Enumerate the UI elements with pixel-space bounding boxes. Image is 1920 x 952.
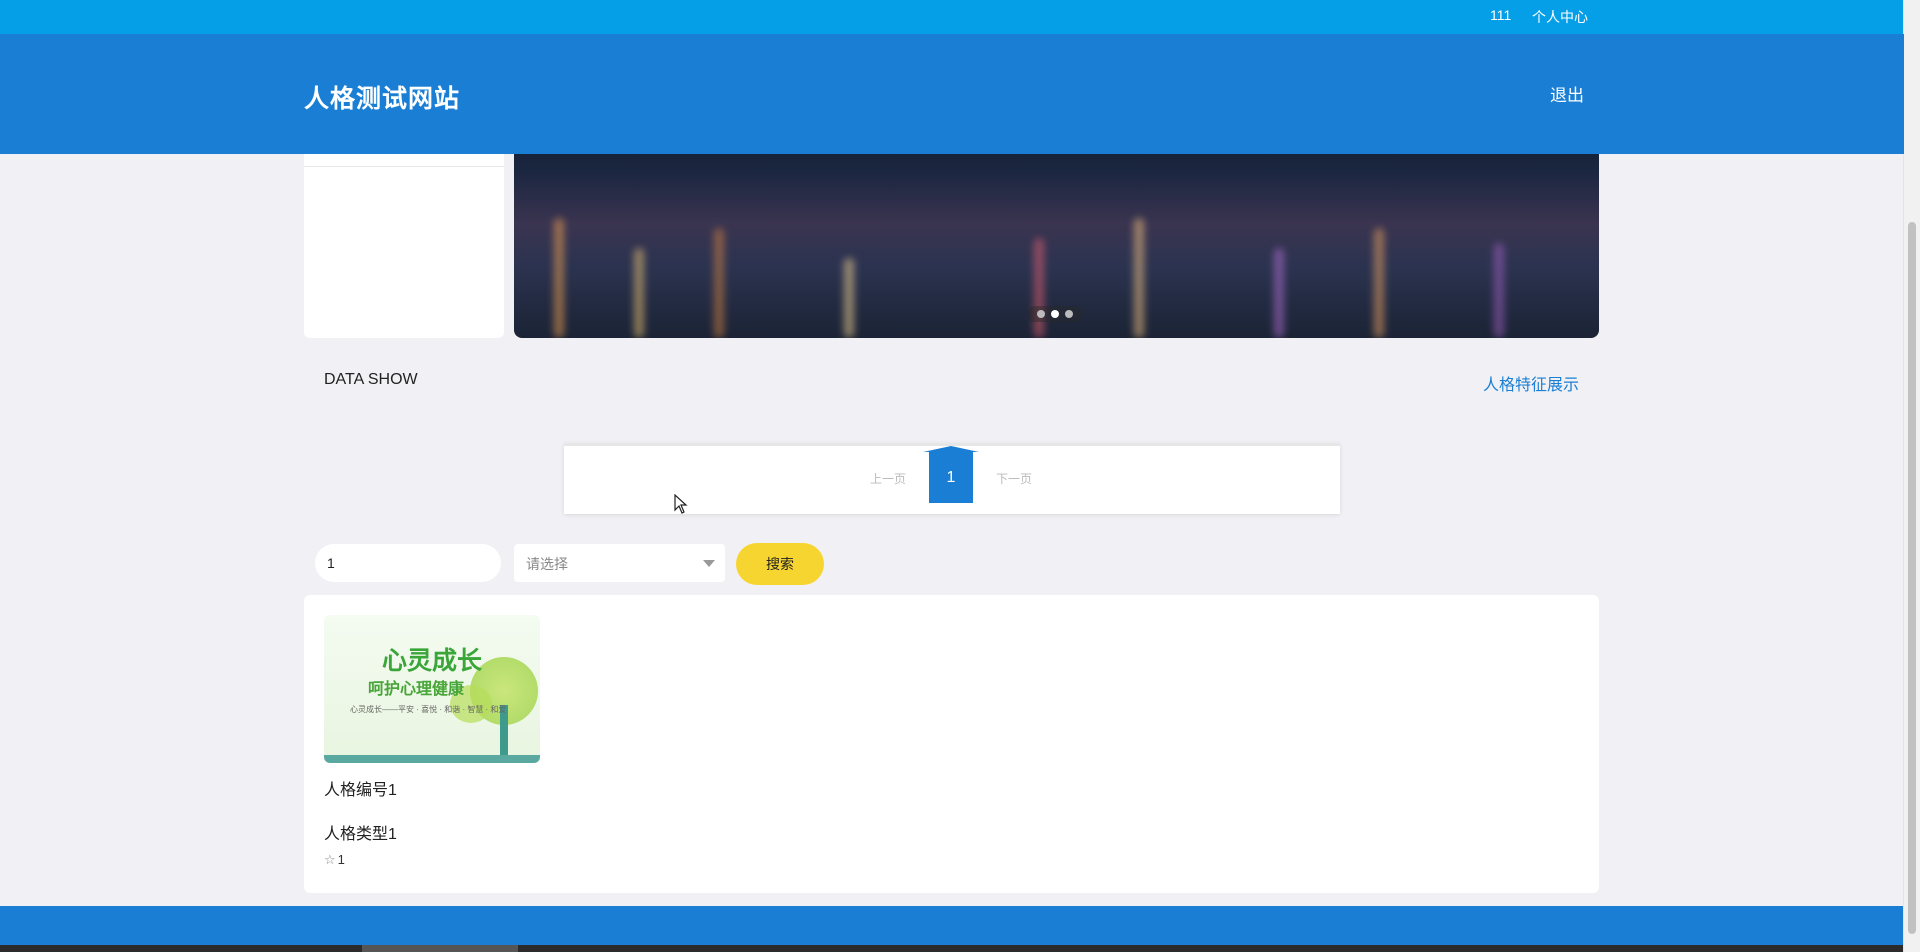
username-label: 111 — [1490, 7, 1512, 23]
item-rating: ☆ 1 — [324, 852, 544, 868]
type-select[interactable]: 请选择 — [514, 544, 725, 582]
carousel-indicators — [1027, 306, 1083, 322]
taskbar-active-item[interactable] — [362, 945, 518, 952]
banner-light — [1134, 218, 1144, 338]
carousel-dot-2[interactable] — [1051, 310, 1059, 318]
thumbnail-title: 心灵成长 — [382, 646, 483, 675]
banner-light — [1274, 248, 1284, 338]
chevron-down-icon — [703, 560, 715, 567]
carousel-dot-1[interactable] — [1037, 310, 1045, 318]
thumbnail-caption: 心灵成长——平安 · 喜悦 · 和谐 · 智慧 · 和爱 — [350, 705, 507, 714]
select-placeholder: 请选择 — [526, 556, 568, 572]
item-star-count: 1 — [337, 852, 345, 867]
page-number-current[interactable]: 1 — [923, 446, 979, 503]
site-logo-title[interactable]: 人格测试网站 — [304, 79, 460, 115]
site-header: 人格测试网站 退出 — [0, 34, 1904, 154]
banner-light — [1494, 243, 1504, 338]
prev-page-button[interactable]: 上一页 — [870, 470, 906, 487]
menu-divider — [304, 166, 504, 167]
scrollbar-thumb[interactable] — [1908, 222, 1916, 934]
item-name: 人格编号1 — [324, 782, 397, 799]
banner-light — [554, 218, 564, 338]
keyword-search-input[interactable] — [315, 544, 501, 582]
banner-light — [1034, 238, 1044, 338]
personality-traits-link[interactable]: 人格特征展示 — [1483, 371, 1579, 395]
section-title: DATA SHOW — [324, 371, 418, 388]
item-thumbnail[interactable]: 心灵成长 呵护心理健康 心灵成长——平安 · 喜悦 · 和谐 · 智慧 · 和爱 — [324, 615, 540, 763]
banner-light — [1374, 228, 1384, 338]
next-page-button[interactable]: 下一页 — [996, 470, 1032, 487]
item-type: 人格类型1 — [324, 826, 397, 843]
personal-center-link[interactable]: 个人中心 — [1532, 7, 1588, 27]
thumbnail-ground — [324, 755, 540, 763]
os-taskbar — [0, 945, 1904, 952]
thumbnail-subtitle: 呵护心理健康 — [368, 681, 465, 698]
banner-light — [714, 228, 724, 338]
search-button[interactable]: 搜索 — [736, 543, 824, 585]
carousel-dot-3[interactable] — [1065, 310, 1073, 318]
result-list-panel: 心灵成长 呵护心理健康 心灵成长——平安 · 喜悦 · 和谐 · 智慧 · 和爱… — [304, 595, 1599, 893]
star-icon: ☆ — [324, 852, 336, 867]
banner-light — [634, 248, 644, 338]
banner-light — [844, 258, 854, 338]
list-item[interactable]: 心灵成长 呵护心理健康 心灵成长——平安 · 喜悦 · 和谐 · 智慧 · 和爱… — [324, 615, 544, 868]
top-bar: 111 个人中心 — [0, 0, 1904, 34]
page-scrollbar[interactable] — [1903, 0, 1920, 952]
logout-link[interactable]: 退出 — [1550, 81, 1584, 106]
